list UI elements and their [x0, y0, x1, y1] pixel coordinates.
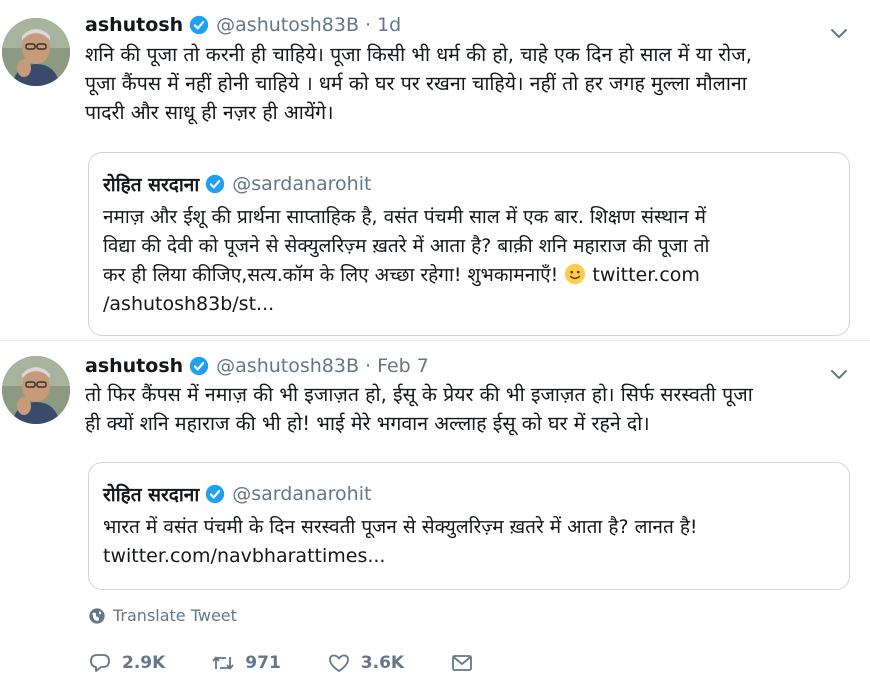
quoted-tweet[interactable]: रोहित सरदाना @sardanarohit नमाज़ और ईशू …: [88, 152, 850, 336]
tweet-header: ashutosh @ashutosh83B · Feb 7: [85, 355, 429, 377]
chevron-down-icon[interactable]: [830, 28, 848, 40]
reply-icon: [88, 652, 112, 674]
like-button[interactable]: 3.6K: [327, 652, 404, 674]
globe-icon: [88, 607, 106, 625]
author-name[interactable]: ashutosh: [85, 355, 183, 377]
author-handle[interactable]: @ashutosh83B: [216, 14, 359, 36]
heart-icon: [327, 652, 351, 674]
retweet-button[interactable]: 971: [211, 652, 281, 674]
separator-dot: ·: [365, 355, 372, 377]
tweet-thread: ashutosh @ashutosh83B · 1d शनि की पूजा त…: [0, 0, 870, 674]
translate-tweet-button[interactable]: Translate Tweet: [88, 606, 237, 625]
retweet-icon: [211, 652, 235, 674]
verified-badge-icon: [205, 174, 225, 194]
tweet-divider: [0, 340, 870, 341]
separator-dot: ·: [365, 14, 372, 36]
avatar[interactable]: [2, 356, 70, 424]
tweet-text: तो फिर कैंपस में नमाज़ की भी इजाज़त हो, …: [85, 383, 753, 435]
envelope-icon: [450, 652, 474, 674]
direct-message-button[interactable]: [450, 652, 484, 674]
quoted-tweet[interactable]: रोहित सरदाना @sardanarohit भारत में वसंत…: [88, 462, 850, 590]
tweet-header: ashutosh @ashutosh83B · 1d: [85, 14, 401, 36]
verified-badge-icon: [205, 484, 225, 504]
smiling-face-emoji-icon: [564, 263, 586, 285]
quoted-author-handle: @sardanarohit: [232, 483, 372, 505]
retweet-count: 971: [245, 653, 281, 673]
tweet-actions: 2.9K 971 3.6K: [88, 652, 530, 674]
quoted-tweet-text: नमाज़ और ईशू की प्रार्थना साप्ताहिक है, …: [103, 203, 843, 319]
author-name[interactable]: ashutosh: [85, 14, 183, 36]
tweet-timestamp[interactable]: Feb 7: [377, 355, 429, 377]
quoted-tweet-text: भारत में वसंत पंचमी के दिन सरस्वती पूजन …: [103, 516, 698, 567]
reply-count: 2.9K: [122, 653, 166, 673]
author-handle[interactable]: @ashutosh83B: [216, 355, 359, 377]
reply-button[interactable]: 2.9K: [88, 652, 165, 674]
avatar[interactable]: [2, 18, 70, 86]
tweet-timestamp[interactable]: 1d: [377, 14, 401, 36]
like-count: 3.6K: [360, 653, 405, 673]
quoted-tweet-header: रोहित सरदाना @sardanarohit: [103, 171, 371, 197]
quoted-author-name: रोहित सरदाना: [103, 174, 200, 196]
quoted-author-name: रोहित सरदाना: [103, 484, 200, 506]
quoted-author-handle: @sardanarohit: [232, 173, 372, 195]
translate-label: Translate Tweet: [113, 606, 237, 625]
verified-badge-icon: [189, 356, 209, 376]
tweet-text: शनि की पूजा तो करनी ही चाहिये। पूजा किसी…: [85, 43, 752, 124]
quoted-tweet-header: रोहित सरदाना @sardanarohit: [103, 481, 371, 507]
verified-badge-icon: [189, 15, 209, 35]
